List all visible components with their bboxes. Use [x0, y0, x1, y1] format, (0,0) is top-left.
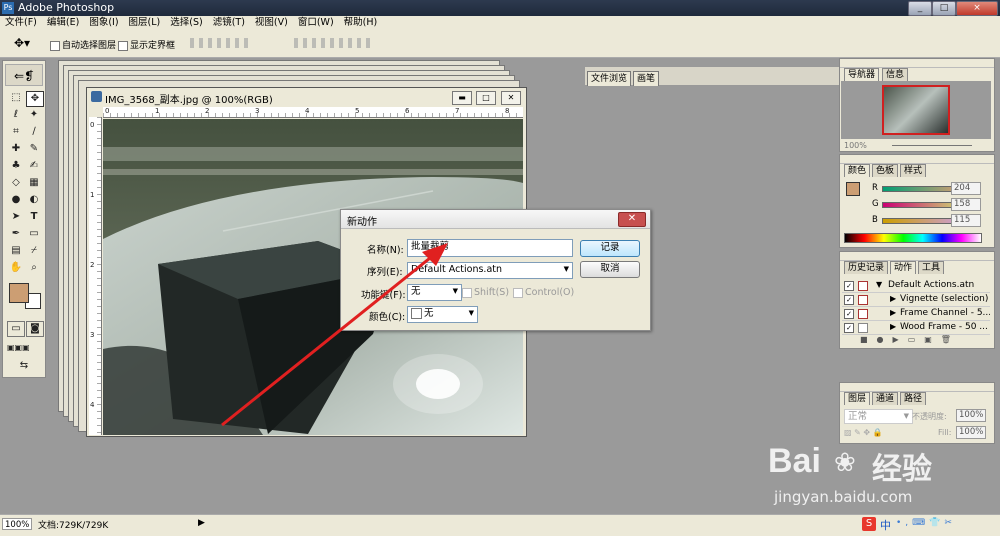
- opacity-label: 不透明度:: [912, 412, 947, 421]
- sogou-ime-icon[interactable]: S: [862, 517, 876, 531]
- action-toggle-checkbox[interactable]: ✓: [844, 323, 854, 333]
- tab-channels[interactable]: 通道: [872, 392, 899, 405]
- blend-mode-value: 正常: [848, 411, 868, 422]
- ime-mode[interactable]: 中: [880, 517, 891, 533]
- watermark-brand: Bai: [768, 442, 821, 480]
- expand-triangle-icon[interactable]: ▶: [890, 320, 896, 334]
- color-palette: 颜色 色板 样式 R 204 G 158 B 115: [839, 154, 995, 248]
- paw-icon: ❀: [834, 448, 856, 478]
- palette-header: [840, 383, 994, 392]
- color-spectrum-bar[interactable]: [844, 233, 982, 243]
- palette-header: [840, 59, 994, 68]
- action-row[interactable]: ✓ ▶ Wood Frame - 50 ...: [842, 320, 990, 335]
- baidu-watermark: Bai ❀ 经验 jingyan.baidu.com: [760, 440, 990, 512]
- actions-toolbar-icons[interactable]: ■●▶▭▣🗑: [860, 335, 980, 345]
- action-item-label: Vignette (selection): [900, 294, 989, 304]
- watermark-brand2: 经验: [872, 452, 932, 487]
- status-menu-arrow-icon[interactable]: ▶: [198, 518, 205, 528]
- fill-label: Fill:: [938, 428, 952, 437]
- navigator-zoom[interactable]: 100%: [844, 141, 867, 150]
- tab-styles[interactable]: 样式: [900, 164, 927, 177]
- dialog-toggle-box[interactable]: [858, 295, 868, 305]
- navigator-preview-area: [841, 81, 991, 139]
- action-toggle-checkbox[interactable]: ✓: [844, 309, 854, 319]
- blend-mode-select[interactable]: 正常 ▼: [844, 409, 913, 424]
- action-row[interactable]: ✓ ▶ Frame Channel - 5...: [842, 306, 990, 321]
- color-fg-swatch[interactable]: [846, 182, 860, 196]
- dialog-toggle-box[interactable]: [858, 323, 868, 333]
- tab-history[interactable]: 历史记录: [844, 261, 889, 274]
- tab-color[interactable]: 颜色: [844, 164, 871, 177]
- dialog-toggle-box[interactable]: [858, 281, 868, 291]
- action-toggle-checkbox[interactable]: ✓: [844, 281, 854, 291]
- tab-tools[interactable]: 工具: [918, 261, 945, 274]
- action-set-row[interactable]: ✓ ▼ Default Actions.atn: [842, 278, 990, 293]
- red-label: R: [872, 183, 878, 193]
- expand-triangle-icon[interactable]: ▼: [876, 278, 882, 292]
- blue-value[interactable]: 115: [951, 214, 981, 227]
- layers-palette: 图层 通道 路径 正常 ▼ 不透明度: 100% ▨ ✎ ✥ 🔒 Fill: 10…: [839, 382, 995, 444]
- green-value[interactable]: 158: [951, 198, 981, 211]
- tab-navigator[interactable]: 导航器: [844, 68, 880, 81]
- green-label: G: [872, 199, 879, 209]
- red-value[interactable]: 204: [951, 182, 981, 195]
- action-toggle-checkbox[interactable]: ✓: [844, 295, 854, 305]
- expand-triangle-icon[interactable]: ▶: [890, 306, 896, 320]
- ime-toolbar-icons[interactable]: •,⌨👕✂: [896, 518, 956, 528]
- status-zoom[interactable]: 100%: [2, 518, 32, 530]
- actions-palette: 历史记录 动作 工具 ✓ ▼ Default Actions.atn ✓ ▶ Vigne…: [839, 251, 995, 349]
- blue-label: B: [872, 215, 878, 225]
- tab-actions[interactable]: 动作: [890, 261, 917, 274]
- chevron-down-icon: ▼: [903, 412, 909, 420]
- status-doc-size: 文档:729K/729K: [38, 521, 109, 531]
- dialog-toggle-box[interactable]: [858, 309, 868, 319]
- fill-value[interactable]: 100%: [956, 426, 986, 439]
- lock-icons[interactable]: ▨ ✎ ✥ 🔒: [844, 428, 883, 437]
- action-item-label: Wood Frame - 50 ...: [900, 322, 988, 332]
- tab-swatches[interactable]: 色板: [872, 164, 899, 177]
- navigator-view-box[interactable]: [882, 85, 950, 135]
- palette-header: [840, 252, 994, 261]
- tab-info[interactable]: 信息: [882, 68, 909, 81]
- navigator-zoom-slider[interactable]: [892, 145, 972, 146]
- action-item-label: Default Actions.atn: [888, 280, 975, 290]
- navigator-palette: 导航器 信息 100%: [839, 58, 995, 152]
- action-item-label: Frame Channel - 5...: [900, 308, 990, 318]
- tab-layers[interactable]: 图层: [844, 392, 871, 405]
- watermark-url: jingyan.baidu.com: [774, 488, 913, 506]
- tab-paths[interactable]: 路径: [900, 392, 927, 405]
- opacity-value[interactable]: 100%: [956, 409, 986, 422]
- expand-triangle-icon[interactable]: ▶: [890, 292, 896, 306]
- status-bar: 100% 文档:729K/729K ▶ S 中 •,⌨👕✂: [0, 514, 1000, 536]
- palette-header: [840, 155, 994, 164]
- action-row[interactable]: ✓ ▶ Vignette (selection): [842, 292, 990, 307]
